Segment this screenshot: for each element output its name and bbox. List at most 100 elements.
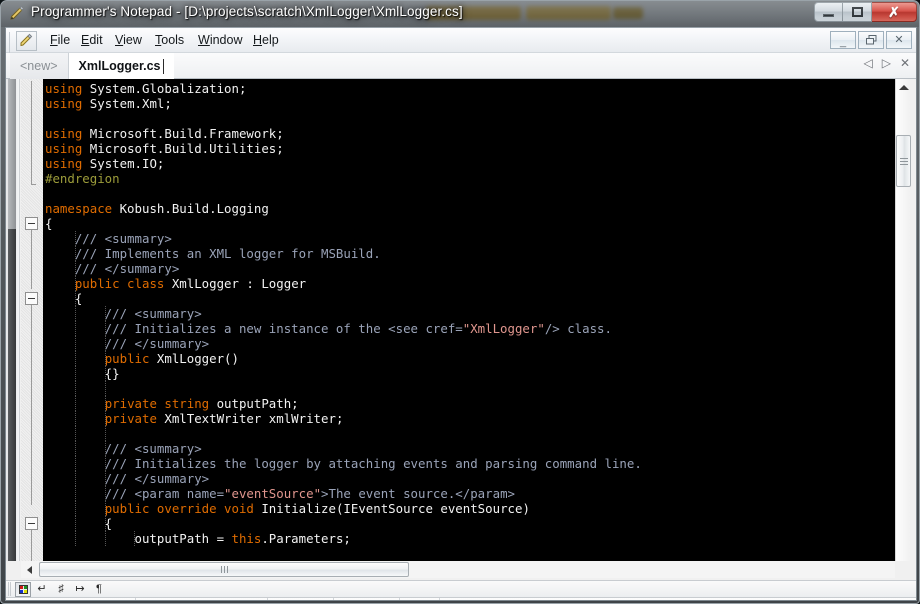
code-token: /// <summary> [45,441,202,456]
code-line: using System.Xml; [43,96,895,111]
indent-guide [105,351,106,366]
title-bar[interactable]: Programmer's Notepad - [D:\projects\scra… [1,1,920,27]
mdi-restore-button[interactable] [858,31,884,49]
indent-guide [105,471,106,486]
indent-guide [105,456,106,471]
code-token: /// <param name= [45,486,224,501]
status-encoding: UTF-8 [268,598,334,601]
status-insert-mode: INS [400,598,440,601]
menu-item-view[interactable]: View [111,32,146,50]
code-token: { [45,216,52,231]
mdi-close-icon: ✕ [894,35,903,46]
code-line: using System.Globalization; [43,81,895,96]
menu-bar: File Edit View Tools Window Help _ ✕ [6,28,916,53]
show-grid-button[interactable]: ♯ [53,582,69,597]
minimize-button[interactable] [814,2,843,22]
fold-guide-line [31,530,32,561]
app-icon [9,5,26,22]
tab-navigation: ◁ ▷ ✕ [863,57,910,69]
code-token: >The event source.</param> [321,486,515,501]
tab-arrow-icon: ↦ [75,584,84,595]
code-line: #endregion [43,171,895,186]
menu-item-tools[interactable]: Tools [151,32,188,50]
close-button[interactable]: ✗ [872,2,917,22]
mdi-close-button[interactable]: ✕ [886,31,912,49]
code-line: /// </summary> [43,336,895,351]
indent-guide [75,276,76,291]
indent-guide [134,531,135,546]
tab-xmllogger-cs[interactable]: XmlLogger.cs [69,53,174,79]
scroll-left-icon[interactable] [23,563,36,576]
fold-margin[interactable] [21,79,43,561]
code-token: /> class. [545,321,612,336]
status-bar: [1:1] : 402 UTF-8 CR+LF INS Ready [6,598,916,601]
mdi-window-controls: _ ✕ [828,31,912,49]
code-token: { [45,291,82,306]
pencil-icon [18,33,35,49]
code-line: private string outputPath; [43,396,895,411]
indent-guide [75,456,76,471]
tab-next-icon[interactable]: ▷ [882,57,891,69]
tab-new[interactable]: <new> [10,53,69,79]
code-token: using [45,141,82,156]
client-area: File Edit View Tools Window Help _ ✕ [5,27,917,601]
mdi-minimize-button[interactable]: _ [830,31,856,49]
show-line-endings-button[interactable]: ↵ [34,582,50,597]
split-margin[interactable] [6,79,20,561]
code-token: using [45,96,82,111]
code-line: /// Initializes the logger by attaching … [43,456,895,471]
restore-button[interactable] [843,2,872,22]
status-line-endings: CR+LF [334,598,400,601]
code-token: XmlTextWriter xmlWriter; [157,411,344,426]
indent-guide [105,306,106,321]
code-line: using Microsoft.Build.Framework; [43,126,895,141]
indent-guide [75,471,76,486]
code-text-area[interactable]: using System.Globalization;using System.… [43,79,895,561]
code-line: /// Initializes a new instance of the <s… [43,321,895,336]
fold-toggle-namespace[interactable] [25,217,38,230]
code-token: /// Initializes the logger by attaching … [45,456,642,471]
indent-guide [75,351,76,366]
indent-guide [105,441,106,456]
code-token: private [105,411,157,426]
code-token: namespace [45,201,112,216]
editor-mode-icon-button[interactable] [16,31,37,51]
menu-item-help[interactable]: Help [249,32,283,50]
status-state: Ready [440,598,916,601]
code-line [43,426,895,441]
tab-close-icon[interactable]: ✕ [900,57,910,69]
code-line [43,186,895,201]
vertical-scroll-thumb[interactable] [896,135,911,187]
indent-guide [105,531,106,546]
code-token: Microsoft.Build.Framework; [82,126,283,141]
line-ending-icon: ↵ [37,584,46,595]
code-token: #endregion [45,171,120,186]
show-paragraph-marks-button[interactable]: ¶ [91,582,107,597]
tab-caret [163,59,164,74]
tab-prev-icon[interactable]: ◁ [863,57,872,69]
fold-toggle-class[interactable] [25,292,38,305]
fold-toggle-method[interactable] [25,517,38,530]
editor-area: using System.Globalization;using System.… [6,79,916,580]
code-token: Microsoft.Build.Utilities; [82,141,283,156]
code-token [45,276,75,291]
code-token: /// </summary> [45,471,209,486]
code-line: /// <param name="eventSource">The event … [43,486,895,501]
toolstrip-grip[interactable] [8,582,12,596]
code-token: /// </summary> [45,261,179,276]
show-tabs-button[interactable]: ↦ [72,582,88,597]
code-line: using Microsoft.Build.Utilities; [43,141,895,156]
horizontal-scrollbar[interactable] [21,561,895,578]
code-line: /// <summary> [43,231,895,246]
horizontal-scroll-thumb[interactable] [39,562,409,577]
indent-guide [75,366,76,381]
menu-item-window[interactable]: Window [194,32,246,50]
scroll-up-icon[interactable] [899,85,909,90]
view-whitespace-toggle[interactable] [15,582,31,597]
indent-guide [105,381,106,396]
menu-item-edit[interactable]: Edit [77,32,107,50]
menu-item-file[interactable]: File [46,32,74,50]
menu-drag-grip[interactable] [9,32,12,49]
vertical-scrollbar[interactable] [895,79,910,561]
code-token: Initialize(IEventSource eventSource) [254,501,530,516]
